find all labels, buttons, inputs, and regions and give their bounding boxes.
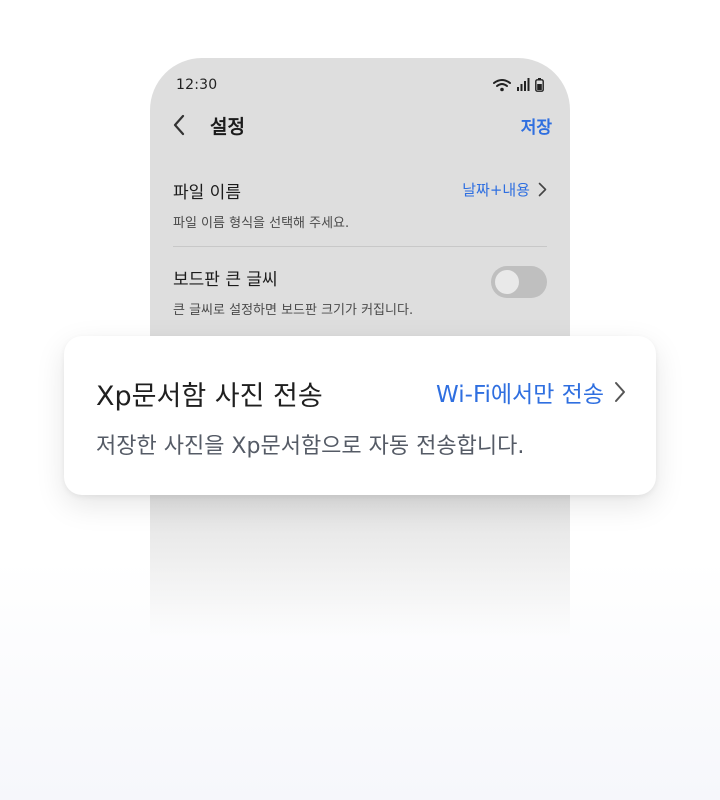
- big-font-toggle[interactable]: [491, 266, 547, 298]
- transfer-mode-button[interactable]: Wi-Fi에서만 전송: [436, 375, 626, 409]
- wifi-icon: [493, 78, 511, 92]
- battery-icon: [535, 78, 544, 92]
- status-time: 12:30: [176, 77, 218, 93]
- setting-title: 파일 이름: [173, 183, 241, 203]
- status-bar: 12:30: [176, 75, 544, 95]
- back-button[interactable]: [172, 110, 196, 140]
- toggle-knob: [495, 270, 519, 294]
- setting-description: 파일 이름 형식을 선택해 주세요.: [173, 216, 350, 231]
- setting-description: 큰 글씨로 설정하면 보드판 크기가 커집니다.: [173, 303, 414, 318]
- page-title: 설정: [210, 115, 245, 138]
- setting-value: 날짜+내용: [462, 181, 530, 199]
- photo-transfer-card[interactable]: Xp문서함 사진 전송 Wi-Fi에서만 전송 저장한 사진을 Xp문서함으로 …: [64, 336, 656, 495]
- setting-title: 보드판 큰 글씨: [173, 270, 278, 290]
- card-description: 저장한 사진을 Xp문서함으로 자동 전송합니다.: [96, 434, 525, 459]
- chevron-right-icon: [538, 182, 547, 197]
- chevron-left-icon: [172, 114, 186, 136]
- status-icons: [493, 78, 544, 92]
- setting-row-big-font: 보드판 큰 글씨 큰 글씨로 설정하면 보드판 크기가 커집니다.: [173, 263, 547, 333]
- card-value: Wi-Fi에서만 전송: [436, 382, 604, 408]
- setting-row-file-name[interactable]: 파일 이름 날짜+내용 파일 이름 형식을 선택해 주세요.: [173, 176, 547, 247]
- card-title: Xp문서함 사진 전송: [96, 381, 323, 412]
- chevron-right-icon: [614, 381, 626, 403]
- signal-icon: [516, 78, 530, 92]
- save-button[interactable]: 저장: [521, 113, 552, 138]
- app-header: 설정 저장: [172, 110, 552, 140]
- file-name-value-button[interactable]: 날짜+내용: [462, 179, 547, 200]
